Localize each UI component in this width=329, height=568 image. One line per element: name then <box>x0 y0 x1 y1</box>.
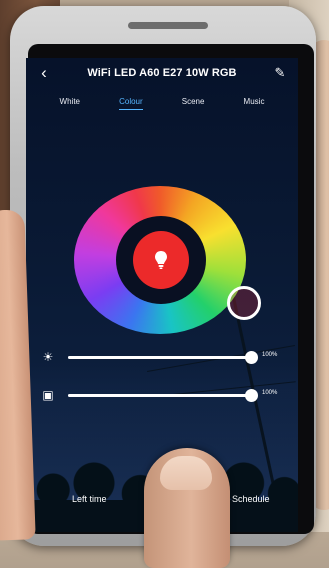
saturation-percent: 100% <box>262 390 278 396</box>
saturation-thumb[interactable] <box>245 389 258 402</box>
brightness-percent: 100% <box>262 352 278 358</box>
thumb-nail <box>160 456 212 490</box>
brightness-thumb[interactable] <box>245 351 258 364</box>
left-time-button[interactable]: Left time <box>72 494 107 504</box>
pencil-icon[interactable]: ✎ <box>272 64 288 82</box>
tab-music[interactable]: Music <box>244 97 265 109</box>
tab-white[interactable]: White <box>60 97 80 109</box>
bulb-icon <box>155 251 167 269</box>
chevron-left-icon[interactable]: ‹ <box>36 64 52 82</box>
brightness-icon: ☀ <box>42 350 54 364</box>
saturation-slider-row: ▣ 100% <box>26 386 298 404</box>
saturation-fill <box>68 394 252 397</box>
brightness-slider[interactable] <box>68 351 258 364</box>
user-thumb <box>144 448 230 568</box>
saturation-slider[interactable] <box>68 389 258 402</box>
page-title: WiFi LED A60 E27 10W RGB <box>87 67 237 79</box>
app-header: ‹ WiFi LED A60 E27 10W RGB ✎ <box>26 58 298 88</box>
schedule-button[interactable]: Schedule <box>232 494 270 504</box>
saturation-icon: ▣ <box>42 388 54 402</box>
tab-colour[interactable]: Colour <box>119 97 143 110</box>
brightness-slider-row: ☀ 100% <box>26 348 298 366</box>
mode-tabs: White Colour Scene Music <box>26 92 298 114</box>
phone-speaker <box>128 22 208 29</box>
tab-scene[interactable]: Scene <box>182 97 205 109</box>
color-wheel[interactable] <box>74 186 261 334</box>
brightness-fill <box>68 356 252 359</box>
color-picker-handle[interactable] <box>227 286 261 320</box>
